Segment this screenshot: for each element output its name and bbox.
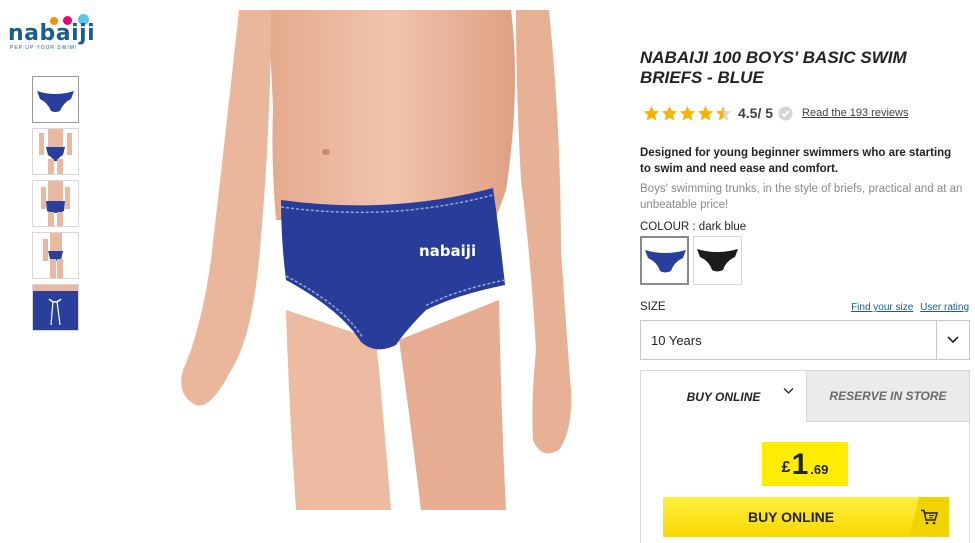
product-title: NABAIJI 100 BOYS' BASIC SWIM BRIEFS - BL… <box>640 48 907 87</box>
info-icon[interactable] <box>778 105 793 121</box>
thumbnail-worn-front[interactable] <box>32 128 79 175</box>
user-rating-link[interactable]: User rating <box>920 302 969 313</box>
star-icon <box>680 105 695 120</box>
swatch-dark-blue[interactable] <box>640 236 689 285</box>
star-rating <box>643 105 733 122</box>
price-decimals: .69 <box>810 462 829 477</box>
star-icon <box>662 105 677 120</box>
swatch-black[interactable] <box>693 236 742 285</box>
read-reviews-link[interactable]: Read the 193 reviews <box>802 107 908 119</box>
buy-online-button-label: BUY ONLINE <box>747 509 835 525</box>
chevron-down-icon <box>783 388 794 394</box>
cart-icon-wrap <box>909 497 949 537</box>
thumbnail-list <box>32 76 79 336</box>
thumbnail-worn-side[interactable] <box>32 232 79 279</box>
buy-online-button[interactable]: BUY ONLINE <box>663 497 949 537</box>
product-page: nabaiji PEP UP YOUR SWIM! nabaiji NABAIJ… <box>0 0 975 543</box>
rating-row: 4.5/ 5 Read the 193 reviews <box>643 104 908 122</box>
star-icon <box>698 105 713 120</box>
thumbnail-front-flat[interactable] <box>32 76 79 123</box>
thumbnail-worn-back[interactable] <box>32 180 79 227</box>
price-units: 1 <box>791 448 809 481</box>
buy-box: BUY ONLINE RESERVE IN STORE £ 1 .69 BUY … <box>640 370 970 543</box>
size-select[interactable]: 10 Years <box>640 320 970 360</box>
rating-value: 4.5/ 5 <box>738 105 774 121</box>
find-your-size-link[interactable]: Find your size <box>851 302 913 313</box>
colour-label: COLOUR : dark blue <box>640 221 747 233</box>
tab-buy-online[interactable]: BUY ONLINE <box>641 371 806 422</box>
chevron-down-icon <box>947 336 959 344</box>
size-select-value: 10 Years <box>651 333 702 348</box>
thumbnail-drawstring-detail[interactable] <box>32 284 79 331</box>
svg-text:nabaiji: nabaiji <box>419 242 476 260</box>
star-icon <box>716 105 731 120</box>
logo-tagline: PEP UP YOUR SWIM! <box>10 45 78 51</box>
description-secondary: Boys' swimming trunks, in the style of b… <box>640 183 963 211</box>
brand-logo[interactable]: nabaiji PEP UP YOUR SWIM! <box>6 10 116 51</box>
purchase-tabs: BUY ONLINE RESERVE IN STORE <box>641 371 969 422</box>
price-currency: £ <box>781 459 791 476</box>
cart-icon <box>921 509 938 525</box>
size-links: Find your size User rating <box>847 302 969 313</box>
tab-reserve-in-store[interactable]: RESERVE IN STORE <box>806 371 969 422</box>
description-highlight: Designed for young beginner swimmers who… <box>640 147 952 175</box>
colour-swatches <box>640 236 746 285</box>
size-select-divider <box>936 321 937 359</box>
price-tag: £ 1 .69 <box>762 442 848 486</box>
size-label: SIZE <box>640 301 666 313</box>
logo-wordmark: nabaiji <box>8 21 96 46</box>
star-icon <box>644 105 659 120</box>
main-product-image[interactable]: nabaiji <box>121 10 621 510</box>
selected-colour: dark blue <box>698 221 747 233</box>
